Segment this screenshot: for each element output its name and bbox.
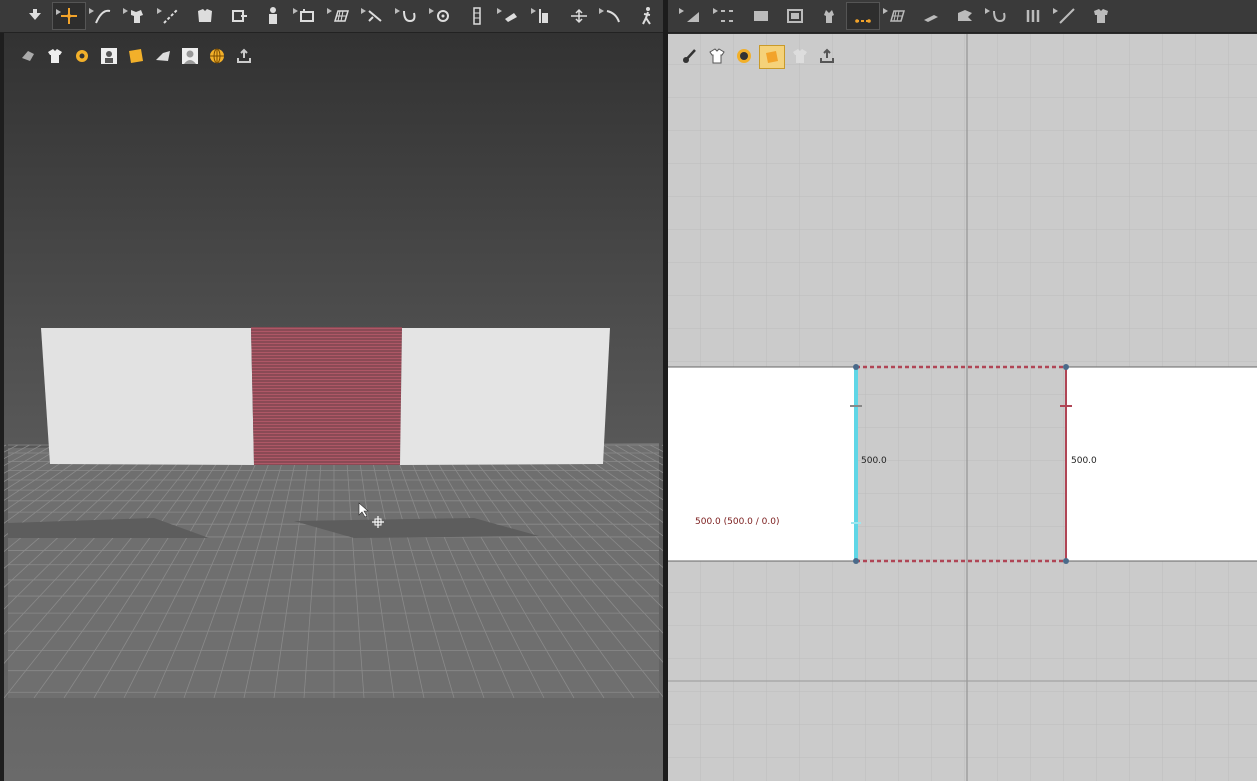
wireframe-icon[interactable] — [16, 45, 40, 67]
fabric-panel-left[interactable] — [41, 328, 254, 465]
texture-icon[interactable] — [324, 2, 358, 30]
brush-icon[interactable] — [678, 45, 702, 67]
seam-allowance-icon[interactable] — [1050, 2, 1084, 30]
segment-length-icon[interactable] — [846, 2, 880, 30]
export-icon[interactable] — [815, 45, 839, 67]
toolbar-2d — [668, 0, 1257, 33]
garment-icon[interactable] — [1084, 2, 1118, 30]
garment-display-icon[interactable] — [43, 45, 67, 67]
floor-grid — [4, 443, 663, 699]
measure-icon[interactable] — [392, 2, 426, 30]
segment-sewing-icon[interactable] — [154, 2, 188, 30]
fabric-panel-right[interactable] — [400, 328, 610, 465]
2d-display-toolbar — [678, 45, 839, 69]
garment-hidden-icon[interactable] — [788, 45, 812, 67]
pleats-icon[interactable] — [1016, 2, 1050, 30]
fabric-icon[interactable] — [426, 2, 460, 30]
fold-icon[interactable] — [914, 2, 948, 30]
free-sewing-icon[interactable] — [188, 2, 222, 30]
left-seam-length-label: 500.0 — [861, 456, 887, 466]
dart-icon[interactable] — [812, 2, 846, 30]
notch-icon[interactable] — [982, 2, 1016, 30]
pattern-piece-left[interactable] — [668, 367, 856, 561]
3d-display-toolbar — [16, 45, 256, 67]
fabric-texture-icon[interactable] — [124, 45, 148, 67]
info-icon[interactable] — [732, 45, 756, 67]
fold-arrangement-icon[interactable] — [222, 2, 256, 30]
fabric-panel-selected[interactable] — [251, 327, 402, 465]
avatar-silhouette-icon[interactable] — [178, 45, 202, 67]
edit-curvature-icon[interactable] — [86, 2, 120, 30]
export-icon[interactable] — [232, 45, 256, 67]
trim-icon[interactable] — [948, 2, 982, 30]
edge-measure-label: 500.0 (500.0 / 0.0) — [695, 517, 780, 527]
shirt-icon[interactable] — [705, 45, 729, 67]
tack-icon[interactable] — [358, 2, 392, 30]
avatar-arrangement-icon[interactable] — [256, 2, 290, 30]
avatar-display-icon[interactable] — [97, 45, 121, 67]
grid-pattern-icon[interactable] — [880, 2, 914, 30]
fold-arrangement-curve-icon[interactable] — [596, 2, 630, 30]
2d-pattern-window[interactable]: 500.0 500.0 500.0 (500.0 / 0.0) — [668, 34, 1257, 781]
walk-pose-icon[interactable] — [630, 2, 664, 30]
right-seam-length-label: 500.0 — [1071, 456, 1097, 466]
toolbar-3d — [0, 0, 665, 33]
pin-icon[interactable] — [290, 2, 324, 30]
stretch-icon[interactable] — [528, 2, 562, 30]
pose-icon[interactable] — [562, 2, 596, 30]
3d-viewport[interactable] — [0, 33, 663, 781]
3d-scene — [4, 327, 663, 699]
polygon-icon[interactable] — [676, 2, 710, 30]
render-icon[interactable] — [151, 45, 175, 67]
rectangle-icon[interactable] — [744, 2, 778, 30]
transform-pattern-icon[interactable] — [52, 2, 86, 30]
select-icon[interactable] — [18, 2, 52, 30]
world-icon[interactable] — [205, 45, 229, 67]
fabric-swatch-icon[interactable] — [759, 45, 785, 69]
fabric-display-icon[interactable] — [70, 45, 94, 67]
ellipse-icon[interactable] — [778, 2, 812, 30]
edit-pattern-icon[interactable] — [120, 2, 154, 30]
puckering-icon[interactable] — [460, 2, 494, 30]
strengthen-icon[interactable] — [494, 2, 528, 30]
2d-canvas — [668, 34, 1257, 781]
internal-polygon-icon[interactable] — [710, 2, 744, 30]
